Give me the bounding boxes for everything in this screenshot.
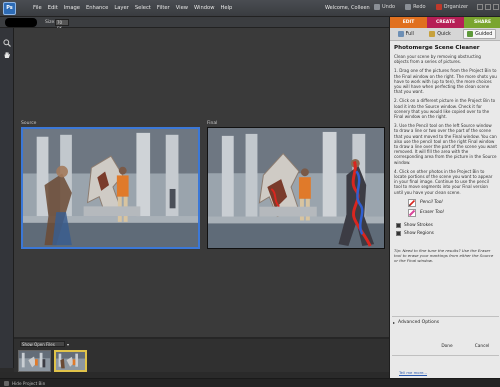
cancel-button[interactable]: Cancel <box>472 343 492 350</box>
bin-dropdown-label: Show Open Files <box>22 342 55 347</box>
panel-divider <box>392 355 499 356</box>
hand-tool-icon[interactable] <box>3 51 11 59</box>
menu-edit[interactable]: Edit <box>48 5 58 11</box>
done-button[interactable]: Done <box>437 343 457 350</box>
menu-enhance[interactable]: Enhance <box>86 5 108 11</box>
guided-edit-icon <box>467 31 474 37</box>
chevron-down-icon: ▾ <box>67 341 70 347</box>
minimize-icon[interactable] <box>477 4 483 10</box>
show-regions-checkbox[interactable] <box>396 230 401 236</box>
eraser-tool-row[interactable]: Eraser Tool <box>408 208 497 217</box>
mode-quick-label: Quick <box>437 31 451 37</box>
step-2-text: 2. Click on a different picture in the P… <box>394 98 496 120</box>
organizer-icon <box>435 4 442 10</box>
organizer-label: Organizer <box>443 4 469 10</box>
organizer-button[interactable]: Organizer <box>435 4 469 10</box>
menu-file[interactable]: File <box>33 5 42 11</box>
status-bar: Hide Project Bin <box>0 378 500 387</box>
eraser-tool-label: Eraser Tool <box>420 210 444 216</box>
mode-tabs: EDIT CREATE SHARE <box>390 17 500 28</box>
step-1-text: 1. Drag one of the pictures from the Pro… <box>394 68 497 95</box>
app-logo-icon[interactable]: Ps <box>3 2 16 15</box>
triangle-right-icon: ▸ <box>393 320 396 325</box>
menubar: Ps File Edit Image Enhance Layer Select … <box>0 0 500 17</box>
menu-help[interactable]: Help <box>220 5 232 11</box>
panel-title: Photomerge Scene Cleaner <box>394 45 480 51</box>
tab-create[interactable]: CREATE <box>427 17 464 28</box>
show-strokes-row[interactable]: Show Strokes <box>396 222 497 228</box>
eraser-icon <box>408 208 416 217</box>
menu-select[interactable]: Select <box>135 5 151 11</box>
panel-divider <box>392 316 499 317</box>
menu-view[interactable]: View <box>176 5 188 11</box>
advanced-options-toggle[interactable]: ▸ Advanced Options <box>393 320 439 325</box>
menu-filter[interactable]: Filter <box>157 5 170 11</box>
help-link[interactable]: Tell me more... <box>399 370 427 375</box>
edit-mode-switcher: Full Quick Guided <box>390 28 500 41</box>
panel-body: Photomerge Scene Cleaner Clean your scen… <box>394 45 497 263</box>
close-icon[interactable] <box>493 4 499 10</box>
toolbox <box>0 28 14 368</box>
step-3-text: 3. Use the Pencil tool on the left Sourc… <box>394 123 497 165</box>
hide-project-bin-link[interactable]: Hide Project Bin <box>12 381 45 386</box>
full-edit-icon <box>397 31 404 37</box>
pencil-tool-label: Pencil Tool <box>420 200 443 206</box>
menu-image[interactable]: Image <box>64 5 80 11</box>
tab-edit[interactable]: EDIT <box>390 17 427 28</box>
source-label: Source <box>21 121 37 126</box>
maximize-icon[interactable] <box>485 4 491 10</box>
final-window[interactable] <box>207 127 385 249</box>
show-strokes-label: Show Strokes <box>404 222 433 228</box>
pencil-icon <box>408 198 416 207</box>
redo-icon <box>405 4 412 10</box>
pencil-tool-row[interactable]: Pencil Tool <box>408 198 497 207</box>
tip-text: Tip: Need to fine tune the results? Use … <box>394 247 494 263</box>
menu-window[interactable]: Window <box>194 5 214 11</box>
intro-text: Clean your scene by removing obstructing… <box>394 54 482 65</box>
show-strokes-checkbox[interactable] <box>396 222 401 228</box>
redo-label: Redo <box>413 4 426 10</box>
source-window[interactable] <box>21 127 200 249</box>
show-regions-label: Show Regions <box>404 230 434 236</box>
bin-dropdown[interactable]: Show Open Files ▾ <box>20 341 69 347</box>
menu-list: File Edit Image Enhance Layer Select Fil… <box>33 5 232 11</box>
zoom-tool-icon[interactable] <box>3 39 11 47</box>
mode-guided-button[interactable]: Guided <box>463 29 497 39</box>
final-image <box>208 128 384 248</box>
mode-quick-button[interactable]: Quick <box>426 30 454 38</box>
undo-icon <box>374 4 380 10</box>
mode-guided-label: Guided <box>475 31 493 37</box>
source-image <box>23 129 198 247</box>
size-field[interactable]: 70 px <box>55 19 69 30</box>
menu-layer[interactable]: Layer <box>114 5 128 11</box>
project-bin: Show Open Files ▾ <box>14 339 389 372</box>
window-controls <box>477 4 499 10</box>
bin-thumbnail[interactable] <box>18 350 51 372</box>
bin-toggle-icon[interactable] <box>4 381 9 386</box>
final-label: Final <box>207 121 218 126</box>
advanced-options-label: Advanced Options <box>398 320 440 325</box>
welcome-text: Welcome, Colleen <box>325 5 370 11</box>
top-right-tools: Undo Redo Organizer <box>374 4 468 10</box>
redo-button[interactable]: Redo <box>405 4 426 10</box>
redacted-tool-preset <box>5 18 37 27</box>
options-bar: Size: 70 px <box>0 17 389 30</box>
quick-edit-icon <box>429 31 436 37</box>
bin-thumbnail-selected[interactable] <box>54 350 87 372</box>
mode-full-label: Full <box>405 31 414 37</box>
undo-label: Undo <box>382 4 396 10</box>
tab-share[interactable]: SHARE <box>464 17 500 28</box>
show-regions-row[interactable]: Show Regions <box>396 230 497 236</box>
guided-panel: EDIT CREATE SHARE Full Quick Guided Phot… <box>389 17 500 378</box>
step-4-text: 4. Click on other photos in the Project … <box>394 168 493 195</box>
mode-full-button[interactable]: Full <box>395 30 417 38</box>
undo-button[interactable]: Undo <box>374 4 395 10</box>
